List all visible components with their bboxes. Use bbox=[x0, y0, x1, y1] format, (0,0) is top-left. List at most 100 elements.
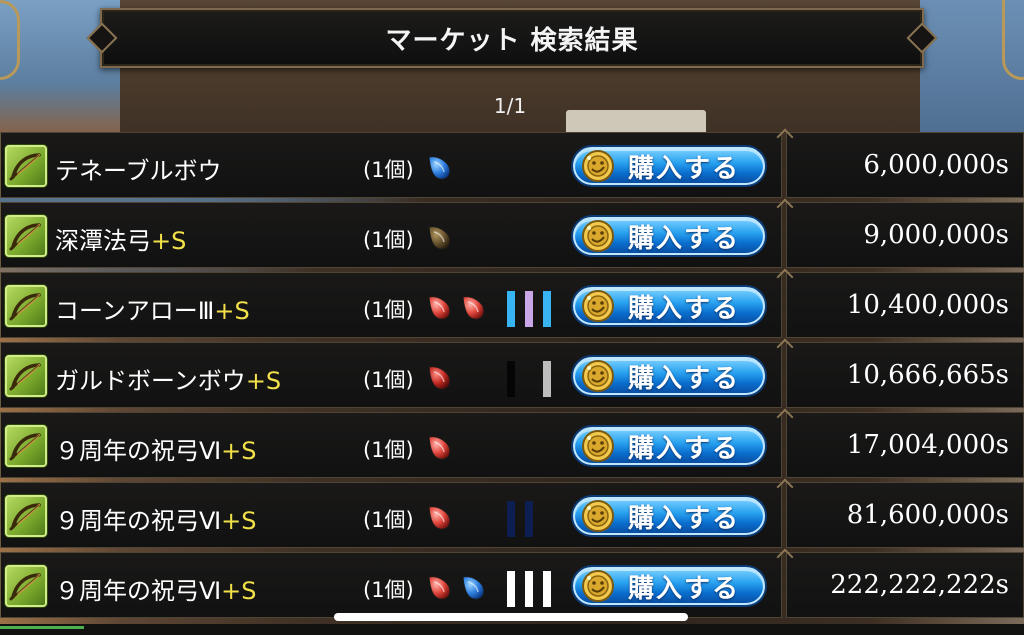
item-quantity: (1個) bbox=[363, 578, 414, 602]
item-name: ９周年の祝弓Ⅵ+S bbox=[55, 571, 256, 606]
item-name-text: コーンアローⅢ bbox=[55, 297, 215, 325]
slot-marker bbox=[507, 291, 515, 327]
gold-coin-icon bbox=[581, 569, 615, 603]
buy-button[interactable]: 購入する bbox=[573, 357, 765, 395]
buy-button[interactable]: 購入する bbox=[573, 147, 765, 185]
price-cell: 81,600,000s bbox=[786, 482, 1024, 548]
item-plus-badge: +S bbox=[221, 437, 257, 465]
red-gem-icon bbox=[425, 573, 453, 601]
item-quantity: (1個) bbox=[363, 368, 414, 392]
buy-button-label: 購入する bbox=[627, 433, 740, 464]
item-quantity: (1個) bbox=[363, 438, 414, 462]
item-quantity: (1個) bbox=[363, 298, 414, 322]
gold-coin-icon bbox=[581, 289, 615, 323]
list-item: ９周年の祝弓Ⅵ+S (1個) 購入する 81,600,000s bbox=[0, 482, 1024, 548]
item-row-main[interactable]: ガルドボーンボウ+S (1個) 購入する bbox=[0, 342, 782, 408]
slot-marker bbox=[507, 501, 515, 537]
slot-marker bbox=[525, 501, 533, 537]
red-gem-icon bbox=[425, 363, 453, 391]
list-item: テネーブルボウ (1個) 購入する 6,000,000s bbox=[0, 132, 1024, 198]
progress-strip bbox=[0, 626, 84, 629]
item-name: ガルドボーンボウ+S bbox=[55, 361, 281, 396]
item-row-main[interactable]: テネーブルボウ (1個) 購入する bbox=[0, 132, 782, 198]
buy-button-label: 購入する bbox=[627, 223, 740, 254]
blue-gem-icon bbox=[459, 573, 487, 601]
page-indicator: 1/1 bbox=[493, 94, 527, 118]
buy-button[interactable]: 購入する bbox=[573, 287, 765, 325]
title-bar: マーケット 検索結果 bbox=[100, 8, 924, 68]
gold-coin-icon bbox=[581, 429, 615, 463]
red-gem-icon bbox=[425, 293, 453, 321]
slot-marker bbox=[507, 571, 515, 607]
buy-button-label: 購入する bbox=[627, 153, 740, 184]
buy-button-label: 購入する bbox=[627, 573, 740, 604]
item-row-main[interactable]: 深潭法弓+S (1個) 購入する bbox=[0, 202, 782, 268]
left-ornament-icon bbox=[0, 0, 20, 80]
price-cell: 6,000,000s bbox=[786, 132, 1024, 198]
item-row-main[interactable]: コーンアローⅢ+S (1個) 購入する bbox=[0, 272, 782, 338]
item-quantity: (1個) bbox=[363, 158, 414, 182]
slot-marker bbox=[525, 291, 533, 327]
item-name: ９周年の祝弓Ⅵ+S bbox=[55, 501, 256, 536]
result-list: テネーブルボウ (1個) 購入する 6,000,000s 深潭法弓+S (1個) 購入する 9… bbox=[0, 132, 1024, 624]
slot-marker bbox=[543, 291, 551, 327]
item-plus-badge: +S bbox=[214, 297, 250, 325]
item-price: 222,222,222s bbox=[830, 570, 1009, 600]
item-price: 81,600,000s bbox=[846, 500, 1009, 530]
item-name: ９周年の祝弓Ⅵ+S bbox=[55, 431, 256, 466]
bow-icon bbox=[5, 145, 47, 187]
gold-coin-icon bbox=[581, 359, 615, 393]
item-price: 17,004,000s bbox=[846, 430, 1009, 460]
buy-button[interactable]: 購入する bbox=[573, 567, 765, 605]
item-price: 10,666,665s bbox=[846, 360, 1009, 390]
gold-coin-icon bbox=[581, 499, 615, 533]
item-row-main[interactable]: ９周年の祝弓Ⅵ+S (1個) 購入する bbox=[0, 412, 782, 478]
item-name-text: ９周年の祝弓Ⅵ bbox=[55, 437, 222, 465]
item-plus-badge: +S bbox=[245, 367, 282, 395]
item-name: テネーブルボウ bbox=[55, 151, 222, 186]
item-plus-badge: +S bbox=[221, 577, 257, 605]
buy-button[interactable]: 購入する bbox=[573, 497, 765, 535]
buy-button[interactable]: 購入する bbox=[573, 217, 765, 255]
slot-marker bbox=[543, 361, 551, 397]
red-gem-icon bbox=[425, 433, 453, 461]
list-item: ガルドボーンボウ+S (1個) 購入する 10,666,665s bbox=[0, 342, 1024, 408]
home-indicator[interactable] bbox=[334, 613, 688, 621]
page-title: マーケット 検索結果 bbox=[385, 25, 639, 56]
item-name-text: ガルドボーンボウ bbox=[55, 367, 246, 395]
list-item: ９周年の祝弓Ⅵ+S (1個) 購入する 17,004,000s bbox=[0, 412, 1024, 478]
item-plus-badge: +S bbox=[221, 507, 257, 535]
item-row-main[interactable]: ９周年の祝弓Ⅵ+S (1個) 購入する bbox=[0, 482, 782, 548]
item-row-main[interactable]: ９周年の祝弓Ⅵ+S (1個) 購入する bbox=[0, 552, 782, 618]
red-gem-icon bbox=[425, 503, 453, 531]
bow-icon bbox=[5, 565, 47, 607]
item-quantity: (1個) bbox=[363, 508, 414, 532]
buy-button-label: 購入する bbox=[627, 363, 740, 394]
item-name-text: ９周年の祝弓Ⅵ bbox=[55, 577, 222, 605]
buy-button[interactable]: 購入する bbox=[573, 427, 765, 465]
blue-gem-icon bbox=[425, 153, 453, 181]
bow-icon bbox=[5, 425, 47, 467]
bow-icon bbox=[5, 215, 47, 257]
bow-icon bbox=[5, 285, 47, 327]
right-ornament-icon bbox=[1002, 0, 1024, 80]
list-item: コーンアローⅢ+S (1個) 購入する 10,400,000s bbox=[0, 272, 1024, 338]
bottom-bar bbox=[0, 624, 1024, 635]
slot-marker bbox=[507, 361, 515, 397]
buy-button-label: 購入する bbox=[627, 293, 740, 324]
buy-button-label: 購入する bbox=[627, 503, 740, 534]
item-price: 6,000,000s bbox=[863, 150, 1009, 180]
price-cell: 10,400,000s bbox=[786, 272, 1024, 338]
item-plus-badge: +S bbox=[151, 227, 187, 255]
brown-gem-icon bbox=[425, 223, 453, 251]
red-gem-icon bbox=[459, 293, 487, 321]
item-price: 9,000,000s bbox=[863, 220, 1009, 250]
item-name-text: 深潭法弓 bbox=[55, 227, 151, 255]
bow-icon bbox=[5, 355, 47, 397]
price-cell: 10,666,665s bbox=[786, 342, 1024, 408]
price-cell: 9,000,000s bbox=[786, 202, 1024, 268]
slot-marker bbox=[543, 571, 551, 607]
item-name-text: テネーブルボウ bbox=[55, 157, 222, 185]
list-item: ９周年の祝弓Ⅵ+S (1個) 購入する 222,222,222s bbox=[0, 552, 1024, 618]
item-price: 10,400,000s bbox=[846, 290, 1009, 320]
